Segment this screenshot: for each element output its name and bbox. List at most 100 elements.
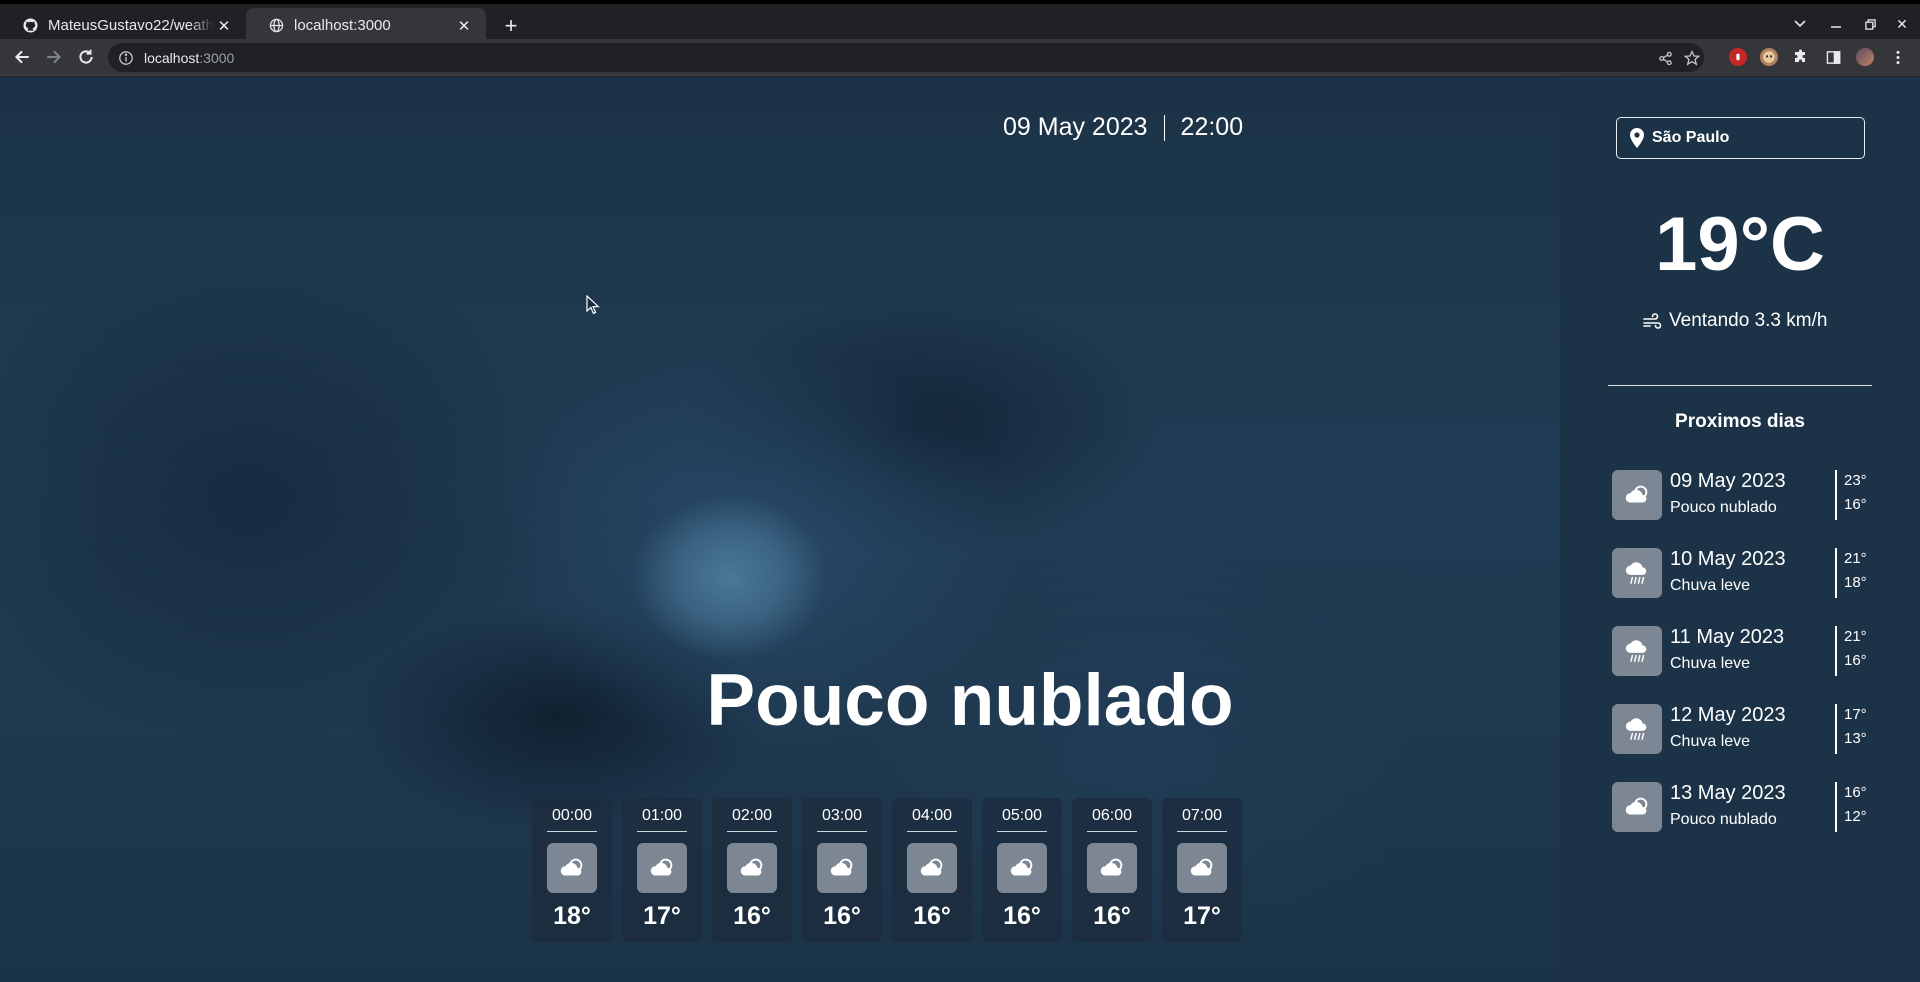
tab-title: localhost:3000 <box>294 17 391 34</box>
day-date: 10 May 2023 <box>1670 548 1786 570</box>
day-date: 12 May 2023 <box>1670 704 1786 726</box>
back-icon[interactable] <box>8 43 36 71</box>
extensions-puzzle-icon[interactable] <box>1792 48 1810 66</box>
day-max-temp: 17° <box>1844 706 1867 723</box>
hour-time: 01:00 <box>637 807 687 832</box>
hour-card: 03:00 16° <box>802 798 882 942</box>
rain-icon <box>1612 548 1662 598</box>
tab-localhost[interactable]: localhost:3000 ✕ <box>246 8 486 43</box>
cloud-icon <box>907 843 957 893</box>
hour-card: 02:00 16° <box>712 798 792 942</box>
cloud-icon <box>637 843 687 893</box>
sidebar: São Paulo 19°C Ventando 3.3 km/h Proximo… <box>1560 77 1920 982</box>
hour-temperature: 17° <box>1183 902 1221 930</box>
hour-card: 06:00 16° <box>1072 798 1152 942</box>
close-tab-icon[interactable]: ✕ <box>214 16 234 36</box>
location-name: São Paulo <box>1652 129 1730 146</box>
hourly-forecast: 00:00 18° 01:00 17° 02:00 16° 03:00 16° 04:00 16°… <box>532 798 1242 942</box>
tab-search-icon[interactable] <box>1788 10 1812 38</box>
current-time: 22:00 <box>1180 113 1244 141</box>
minimize-icon[interactable] <box>1824 10 1848 38</box>
rain-icon <box>1612 704 1662 754</box>
main-panel: 09 May 2023 22:00 Pouco nublado 00:00 18°… <box>0 77 1560 982</box>
hour-time: 03:00 <box>817 807 867 832</box>
bookmark-star-icon[interactable] <box>1683 49 1701 67</box>
cloud-icon <box>997 843 1047 893</box>
restore-icon[interactable] <box>1858 10 1882 38</box>
day-max-temp: 21° <box>1844 550 1867 567</box>
cloud-icon <box>1177 843 1227 893</box>
hour-card: 01:00 17° <box>622 798 702 942</box>
hour-temperature: 16° <box>1003 902 1041 930</box>
day-date: 13 May 2023 <box>1670 782 1786 804</box>
day-row: 13 May 2023 Pouco nublado 16° 12° <box>1612 782 1882 860</box>
day-description: Pouco nublado <box>1670 499 1777 516</box>
hour-card: 00:00 18° <box>532 798 612 942</box>
wind-icon <box>1643 313 1662 329</box>
hour-temperature: 16° <box>733 902 771 930</box>
day-separator <box>1835 626 1837 676</box>
day-description: Chuva leve <box>1670 655 1751 672</box>
location-selector[interactable]: São Paulo <box>1616 117 1865 159</box>
hour-time: 04:00 <box>907 807 957 832</box>
hour-time: 06:00 <box>1087 807 1137 832</box>
wind-text: Ventando 3.3 km/h <box>1669 310 1828 331</box>
day-separator <box>1835 704 1837 754</box>
close-window-icon[interactable]: ✕ <box>1890 10 1914 38</box>
next-days-title: Proximos dias <box>1675 411 1805 432</box>
mouse-cursor-icon <box>586 295 600 315</box>
day-description: Chuva leve <box>1670 733 1751 750</box>
hour-temperature: 16° <box>1093 902 1131 930</box>
divider <box>1608 385 1872 386</box>
hour-temperature: 16° <box>823 902 861 930</box>
wind-info: Ventando 3.3 km/h <box>1642 310 1827 332</box>
cloud-icon <box>1087 843 1137 893</box>
hour-time: 07:00 <box>1177 807 1227 832</box>
address-bar[interactable]: localhost:3000 <box>108 43 1704 72</box>
tab-title: MateusGustavo22/weath <box>48 17 214 34</box>
rain-icon <box>1612 626 1662 676</box>
day-min-temp: 16° <box>1844 496 1867 513</box>
cloud-icon <box>1612 782 1662 832</box>
day-max-temp: 16° <box>1844 784 1867 801</box>
day-description: Pouco nublado <box>1670 811 1777 828</box>
profile-avatar-icon[interactable] <box>1856 48 1874 66</box>
reload-icon[interactable] <box>72 43 100 71</box>
current-temperature: 19°C <box>1655 202 1825 287</box>
day-max-temp: 23° <box>1844 472 1867 489</box>
tab-github[interactable]: MateusGustavo22/weath ✕ <box>0 8 246 43</box>
location-pin-icon <box>1630 128 1644 148</box>
github-icon <box>22 18 38 34</box>
hour-card: 05:00 16° <box>982 798 1062 942</box>
url-host: localhost <box>144 49 200 66</box>
close-tab-icon[interactable]: ✕ <box>454 16 474 36</box>
weather-app: 09 May 2023 22:00 Pouco nublado 00:00 18°… <box>0 77 1920 982</box>
browser-toolbar: localhost:3000 <box>0 39 1920 76</box>
day-separator <box>1835 548 1837 598</box>
cloud-icon <box>727 843 777 893</box>
side-panel-icon[interactable] <box>1824 48 1842 66</box>
cloud-icon <box>547 843 597 893</box>
date-time-separator <box>1163 114 1165 141</box>
hour-temperature: 18° <box>553 902 591 930</box>
hour-temperature: 16° <box>913 902 951 930</box>
date-time: 09 May 2023 22:00 <box>1003 113 1243 142</box>
tab-strip: MateusGustavo22/weath ✕ localhost:3000 ✕… <box>0 0 1920 43</box>
new-tab-button[interactable]: + <box>497 12 525 40</box>
cloud-icon <box>1612 470 1662 520</box>
hour-card: 07:00 17° <box>1162 798 1242 942</box>
avatar-extension-icon[interactable] <box>1760 48 1778 66</box>
menu-dots-icon[interactable] <box>1889 48 1907 66</box>
share-icon[interactable] <box>1656 49 1674 67</box>
globe-icon <box>268 18 284 34</box>
day-row: 12 May 2023 Chuva leve 17° 13° <box>1612 704 1882 782</box>
hour-temperature: 17° <box>643 902 681 930</box>
day-row: 11 May 2023 Chuva leve 21° 16° <box>1612 626 1882 704</box>
adblock-extension-icon[interactable] <box>1729 48 1747 66</box>
day-min-temp: 16° <box>1844 652 1867 669</box>
forward-icon[interactable] <box>40 43 68 71</box>
day-max-temp: 21° <box>1844 628 1867 645</box>
day-description: Chuva leve <box>1670 577 1751 594</box>
day-separator <box>1835 470 1837 520</box>
info-icon[interactable] <box>118 50 134 66</box>
